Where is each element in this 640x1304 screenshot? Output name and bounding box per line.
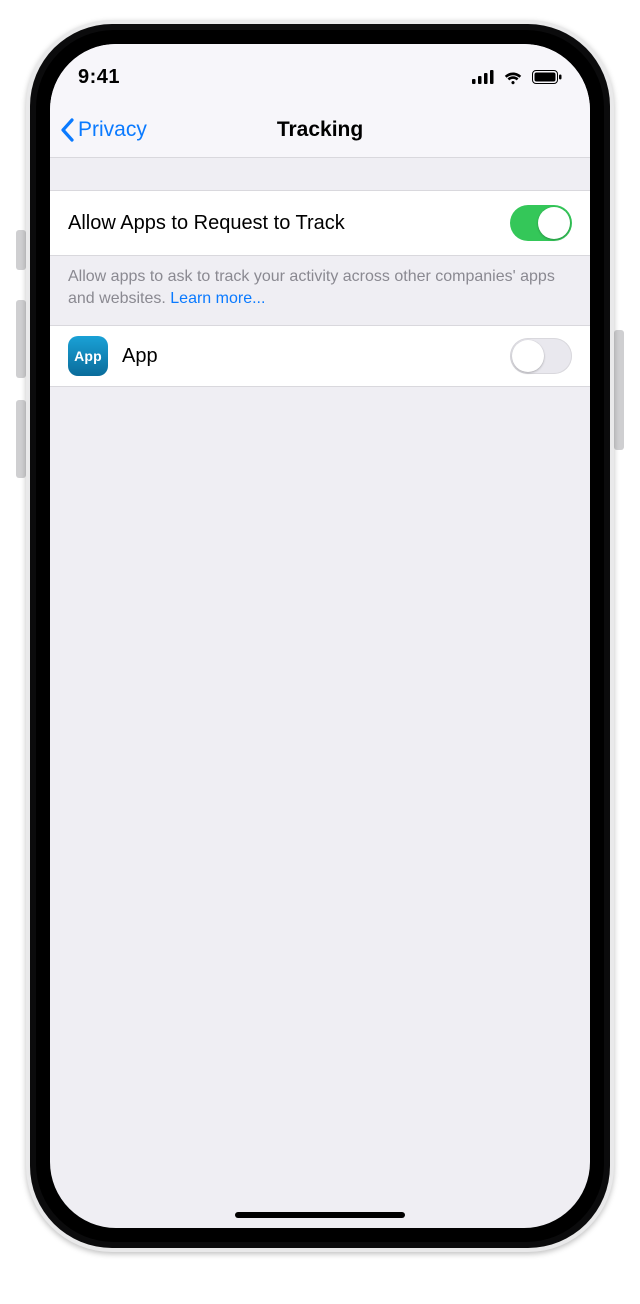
back-label: Privacy <box>78 118 147 142</box>
status-bar: 9:41 <box>50 44 590 102</box>
phone-volume-up <box>16 300 26 378</box>
battery-icon <box>532 70 562 84</box>
apps-list: App App <box>50 325 590 387</box>
home-indicator[interactable] <box>235 1212 405 1218</box>
app-row: App App <box>50 325 590 387</box>
page-title: Tracking <box>277 118 363 142</box>
phone-volume-down <box>16 400 26 478</box>
learn-more-link[interactable]: Learn more... <box>170 290 265 307</box>
wifi-icon <box>502 69 524 85</box>
allow-tracking-toggle[interactable] <box>510 205 572 241</box>
back-button[interactable]: Privacy <box>60 102 147 157</box>
section-footer: Allow apps to ask to track your activity… <box>50 256 590 325</box>
app-left: App App <box>68 336 158 376</box>
cellular-icon <box>472 70 494 84</box>
phone-side-button <box>614 330 624 450</box>
app-icon: App <box>68 336 108 376</box>
footer-text: Allow apps to ask to track your activity… <box>68 268 555 307</box>
app-tracking-toggle[interactable] <box>510 338 572 374</box>
nav-bar: Privacy Tracking <box>50 102 590 158</box>
app-name-label: App <box>122 345 158 368</box>
content: Allow Apps to Request to Track Allow app… <box>50 158 590 387</box>
status-time: 9:41 <box>78 66 120 89</box>
row-label: Allow Apps to Request to Track <box>68 212 345 235</box>
row-allow-apps-to-track: Allow Apps to Request to Track <box>50 190 590 256</box>
chevron-left-icon <box>60 118 76 142</box>
phone-mute-switch <box>16 230 26 270</box>
screen: 9:41 <box>50 44 590 1228</box>
phone-frame: 9:41 <box>26 20 614 1252</box>
